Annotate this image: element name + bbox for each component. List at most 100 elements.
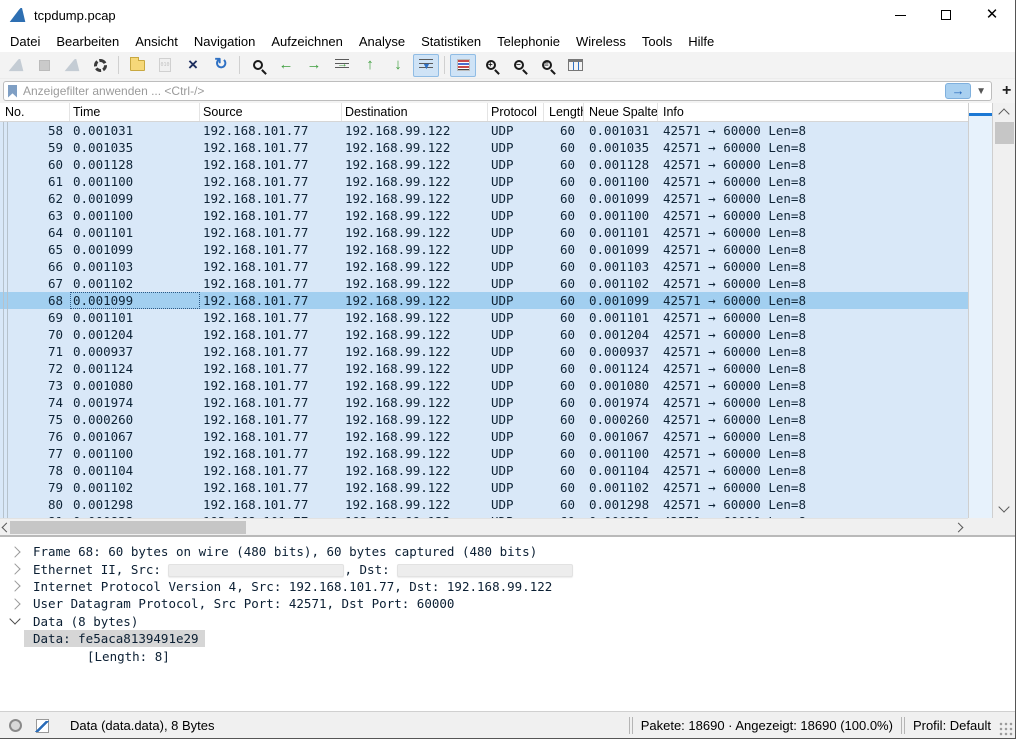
packet-row[interactable]: 660.001103192.168.101.77192.168.99.122UD… <box>0 258 968 275</box>
packet-row[interactable]: 690.001101192.168.101.77192.168.99.122UD… <box>0 309 968 326</box>
detail-line[interactable]: Ethernet II, Src: , Dst: <box>0 560 1015 577</box>
filter-bookmark-icon[interactable] <box>8 85 17 98</box>
packet-row[interactable]: 600.001128192.168.101.77192.168.99.122UD… <box>0 156 968 173</box>
packet-row[interactable]: 790.001102192.168.101.77192.168.99.122UD… <box>0 479 968 496</box>
detail-line[interactable]: Data: fe5aca8139491e29 <box>0 630 1015 647</box>
column-header-protocol[interactable]: Protocol <box>488 103 544 121</box>
cell-destination: 192.168.99.122 <box>342 190 488 207</box>
menu-item-ansicht[interactable]: Ansicht <box>127 32 186 51</box>
reload-file-icon[interactable]: ↻ <box>208 54 234 77</box>
detail-line[interactable]: Data (8 bytes) <box>0 613 1015 630</box>
display-filter-input[interactable] <box>23 84 945 98</box>
apply-filter-button[interactable]: → <box>945 83 971 99</box>
main-toolbar: 010×↻←→→↑↓▼+−= <box>0 52 1015 79</box>
go-first-icon[interactable]: ↑ <box>357 54 383 77</box>
zoom-out-icon[interactable]: − <box>506 54 532 77</box>
vertical-scrollbar[interactable] <box>993 103 1016 518</box>
packet-row[interactable]: 590.001035192.168.101.77192.168.99.122UD… <box>0 139 968 156</box>
column-header-source[interactable]: Source <box>200 103 342 121</box>
filter-dropdown-caret[interactable]: ▼ <box>975 86 991 97</box>
column-header-neue-spalte[interactable]: Neue Spalte <box>584 103 658 121</box>
expander-expanded-icon[interactable] <box>9 614 20 625</box>
capture-comment-icon[interactable] <box>36 719 49 733</box>
add-filter-button[interactable]: + <box>998 83 1015 99</box>
status-profile[interactable]: Profil: Default <box>913 718 991 733</box>
toolbar-separator <box>239 56 240 74</box>
menu-item-analyse[interactable]: Analyse <box>351 32 413 51</box>
find-packet-icon[interactable] <box>245 54 271 77</box>
packet-row[interactable]: 760.001067192.168.101.77192.168.99.122UD… <box>0 428 968 445</box>
go-to-packet-icon[interactable]: → <box>329 54 355 77</box>
zoom-in-icon[interactable]: + <box>478 54 504 77</box>
packet-row[interactable]: 610.001100192.168.101.77192.168.99.122UD… <box>0 173 968 190</box>
expander-collapsed-icon[interactable] <box>9 581 20 592</box>
go-last-icon[interactable]: ↓ <box>385 54 411 77</box>
close-file-icon[interactable]: × <box>180 54 206 77</box>
packet-row[interactable]: 800.001298192.168.101.77192.168.99.122UD… <box>0 496 968 513</box>
menu-item-statistiken[interactable]: Statistiken <box>413 32 489 51</box>
minimize-button[interactable] <box>877 0 923 30</box>
scroll-up-arrow-icon[interactable] <box>998 108 1009 119</box>
menu-item-wireless[interactable]: Wireless <box>568 32 634 51</box>
cell-info: 42571 → 60000 Len=8 <box>658 258 968 275</box>
packet-row[interactable]: 650.001099192.168.101.77192.168.99.122UD… <box>0 241 968 258</box>
go-back-icon[interactable]: ← <box>273 54 299 77</box>
packet-row[interactable]: 630.001100192.168.101.77192.168.99.122UD… <box>0 207 968 224</box>
horizontal-scrollbar[interactable] <box>0 518 968 535</box>
menu-item-aufzeichnen[interactable]: Aufzeichnen <box>263 32 351 51</box>
packet-row[interactable]: 700.001204192.168.101.77192.168.99.122UD… <box>0 326 968 343</box>
resize-grip[interactable] <box>999 722 1013 736</box>
expert-info-icon[interactable] <box>9 719 22 732</box>
expander-collapsed-icon[interactable] <box>9 546 20 557</box>
menu-item-datei[interactable]: Datei <box>2 32 48 51</box>
scroll-down-arrow-icon[interactable] <box>998 501 1009 512</box>
scroll-right-arrow-icon[interactable] <box>954 523 964 533</box>
colorize-icon[interactable] <box>450 54 476 77</box>
packet-row[interactable]: 710.000937192.168.101.77192.168.99.122UD… <box>0 343 968 360</box>
maximize-button[interactable] <box>923 0 969 30</box>
capture-options-icon[interactable] <box>87 54 113 77</box>
auto-scroll-icon[interactable]: ▼ <box>413 54 439 77</box>
menu-item-telephonie[interactable]: Telephonie <box>489 32 568 51</box>
vertical-scrollbar-thumb[interactable] <box>995 122 1014 144</box>
column-header-destination[interactable]: Destination <box>342 103 488 121</box>
packet-row[interactable]: 680.001099192.168.101.77192.168.99.122UD… <box>0 292 968 309</box>
cell-info: 42571 → 60000 Len=8 <box>658 156 968 173</box>
packet-row[interactable]: 670.001102192.168.101.77192.168.99.122UD… <box>0 275 968 292</box>
open-file-icon[interactable] <box>124 54 150 77</box>
close-button[interactable]: ✕ <box>969 0 1015 30</box>
column-header-time[interactable]: Time <box>70 103 200 121</box>
detail-line[interactable]: Frame 68: 60 bytes on wire (480 bits), 6… <box>0 543 1015 560</box>
column-header-length[interactable]: Length <box>544 103 584 121</box>
menu-item-navigation[interactable]: Navigation <box>186 32 263 51</box>
menu-item-hilfe[interactable]: Hilfe <box>680 32 722 51</box>
packet-row[interactable]: 750.000260192.168.101.77192.168.99.122UD… <box>0 411 968 428</box>
packet-row[interactable]: 740.001974192.168.101.77192.168.99.122UD… <box>0 394 968 411</box>
packet-row[interactable]: 620.001099192.168.101.77192.168.99.122UD… <box>0 190 968 207</box>
detail-line[interactable]: Internet Protocol Version 4, Src: 192.16… <box>0 578 1015 595</box>
cell-destination: 192.168.99.122 <box>342 496 488 513</box>
cell-no: 58 <box>0 122 70 139</box>
expander-collapsed-icon[interactable] <box>9 598 20 609</box>
horizontal-scrollbar-thumb[interactable] <box>10 521 246 534</box>
menu-item-bearbeiten[interactable]: Bearbeiten <box>48 32 127 51</box>
packet-row[interactable]: 780.001104192.168.101.77192.168.99.122UD… <box>0 462 968 479</box>
detail-line[interactable]: [Length: 8] <box>0 647 1015 664</box>
packet-row[interactable]: 770.001100192.168.101.77192.168.99.122UD… <box>0 445 968 462</box>
packet-row[interactable]: 720.001124192.168.101.77192.168.99.122UD… <box>0 360 968 377</box>
cell-destination: 192.168.99.122 <box>342 360 488 377</box>
cell-no: 69 <box>0 309 70 326</box>
packet-row[interactable]: 640.001101192.168.101.77192.168.99.122UD… <box>0 224 968 241</box>
menu-item-tools[interactable]: Tools <box>634 32 680 51</box>
expander-collapsed-icon[interactable] <box>9 563 20 574</box>
detail-line[interactable]: User Datagram Protocol, Src Port: 42571,… <box>0 595 1015 612</box>
cell-info: 42571 → 60000 Len=8 <box>658 496 968 513</box>
packet-row[interactable]: 580.001031192.168.101.77192.168.99.122UD… <box>0 122 968 139</box>
column-header-info[interactable]: Info <box>658 103 993 121</box>
packet-row[interactable]: 730.001080192.168.101.77192.168.99.122UD… <box>0 377 968 394</box>
zoom-reset-icon[interactable]: = <box>534 54 560 77</box>
display-filter-field[interactable]: → ▼ <box>3 81 992 101</box>
go-forward-icon[interactable]: → <box>301 54 327 77</box>
column-header-no-[interactable]: No. <box>0 103 70 121</box>
resize-columns-icon[interactable] <box>562 54 588 77</box>
